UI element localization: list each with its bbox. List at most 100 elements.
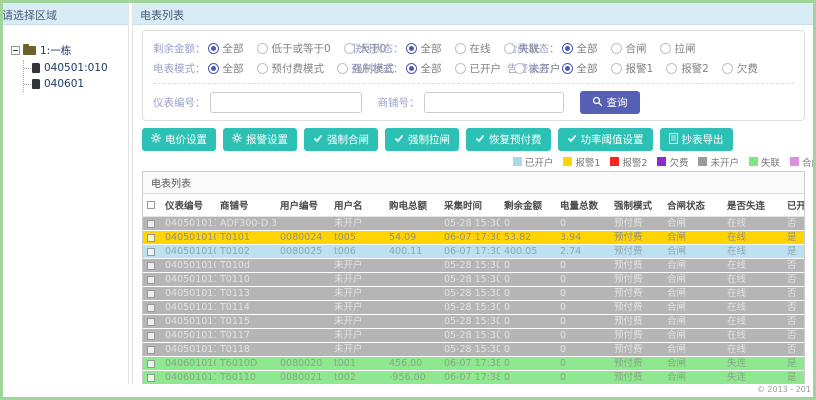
radio-option[interactable]: 报警2 xyxy=(666,61,709,76)
table-row: 0406010110T601100080021t002-956.0006-07 … xyxy=(143,370,804,384)
row-checkbox[interactable] xyxy=(147,247,155,256)
search-icon xyxy=(592,96,603,110)
table-row: 0405010115T0115未开户05-28 15:30:0000预付费合闸在… xyxy=(143,314,804,329)
toolbar-button-2[interactable]: 报警设置 xyxy=(223,128,297,151)
toolbar-button-5[interactable]: 恢复预付费 xyxy=(466,128,551,151)
toolbar-button-label: 强制合闸 xyxy=(327,134,369,146)
column-header: 购电总额 xyxy=(385,194,440,217)
table-row: 0405010117T0117未开户05-28 15:30:0000预付费合闸在… xyxy=(143,328,804,343)
table-cell: 在线 xyxy=(723,300,783,315)
radio-option[interactable]: 全部 xyxy=(561,61,598,76)
table-cell: 预付费 xyxy=(610,286,663,301)
table-cell xyxy=(276,258,330,273)
table-cell: T0114 xyxy=(216,300,276,315)
row-checkbox[interactable] xyxy=(147,289,155,298)
legend-swatch-icon xyxy=(610,157,620,166)
radio-option[interactable]: 在线 xyxy=(454,41,491,56)
radio-option[interactable]: 全部 xyxy=(405,61,442,76)
table-cell: 预付费 xyxy=(610,230,663,245)
legend-item: 报警1 xyxy=(563,155,600,169)
table-cell: 在线 xyxy=(723,244,783,259)
table-cell: 0405010110 xyxy=(161,272,216,287)
row-checkbox[interactable] xyxy=(147,331,155,340)
select-all-checkbox[interactable] xyxy=(147,201,155,209)
table-cell: 预付费 xyxy=(610,342,663,357)
query-button[interactable]: 查询 xyxy=(579,91,640,114)
tree-node-child[interactable]: 040601 xyxy=(24,76,124,92)
table-cell: T0118 xyxy=(216,342,276,357)
row-checkbox[interactable] xyxy=(147,373,155,382)
radio-option[interactable]: 预付费模式 xyxy=(256,61,324,76)
tree-node-child[interactable]: 040501:010 xyxy=(24,60,124,76)
legend-label: 未开户 xyxy=(710,157,739,169)
table-cell: 是 xyxy=(783,370,804,384)
table-cell: ADF300-D 3 xyxy=(216,216,276,231)
row-checkbox-cell xyxy=(143,356,161,371)
row-checkbox[interactable] xyxy=(147,317,155,326)
table-cell: T0115 xyxy=(216,314,276,329)
row-checkbox[interactable] xyxy=(147,233,155,242)
table-cell xyxy=(385,272,440,287)
tree-node-root[interactable]: 1:一栋 xyxy=(11,41,124,60)
radio-option[interactable]: 拉闸 xyxy=(659,41,696,56)
table-cell: 在线 xyxy=(723,342,783,357)
shop-no-input[interactable] xyxy=(423,92,564,113)
toolbar-button-1[interactable]: 电价设置 xyxy=(142,128,216,151)
toolbar-button-3[interactable]: 强制合闸 xyxy=(304,128,378,151)
row-checkbox[interactable] xyxy=(147,261,155,270)
table-cell: 0080020 xyxy=(276,356,330,371)
content-area: 请选择区域 1:一栋 040501:010 040601 电表列表 剩余金额： … xyxy=(3,3,813,384)
toolbar-button-4[interactable]: 强制拉闸 xyxy=(385,128,459,151)
radio-icon xyxy=(503,42,515,54)
row-checkbox[interactable] xyxy=(147,345,155,354)
radio-option[interactable]: 低于或等于0 xyxy=(256,41,331,56)
table-cell: 05-28 15:30:00 xyxy=(440,216,500,231)
toolbar-button-7[interactable]: 抄表导出 xyxy=(659,128,733,151)
table-cell: 否 xyxy=(783,272,804,287)
table-cell: 0 xyxy=(556,286,610,301)
collapse-icon[interactable] xyxy=(11,46,20,55)
table-cell: t002 xyxy=(330,370,385,384)
toolbar-button-6[interactable]: 功率阈值设置 xyxy=(557,128,653,151)
row-checkbox[interactable] xyxy=(147,219,155,228)
table-cell: 0 xyxy=(556,370,610,384)
radio-option[interactable]: 全部 xyxy=(561,41,598,56)
check-icon xyxy=(475,133,485,146)
row-checkbox[interactable] xyxy=(147,303,155,312)
legend-label: 已开户 xyxy=(524,157,554,169)
radio-icon xyxy=(256,42,268,54)
legend-swatch-icon xyxy=(748,157,758,166)
row-checkbox[interactable] xyxy=(147,275,155,284)
radio-option[interactable]: 已开户 xyxy=(454,61,502,76)
radio-option[interactable]: 欠费 xyxy=(721,61,758,76)
table-cell: 在线 xyxy=(723,272,783,287)
legend-item: 欠费 xyxy=(657,155,688,169)
table-cell: 06-07 17:38:00 xyxy=(440,356,500,371)
legend-item: 失联 xyxy=(748,155,780,169)
row-checkbox[interactable] xyxy=(147,359,155,368)
tree-node-label: 1:一栋 xyxy=(40,45,72,57)
tree-children: 040501:010 040601 xyxy=(23,60,124,92)
radio-option[interactable]: 合闸 xyxy=(610,41,647,56)
table-cell: 400.05 xyxy=(500,244,556,259)
column-header: 剩余金额 xyxy=(500,194,556,217)
legend-swatch-icon xyxy=(512,157,522,166)
main-panel: 电表列表 剩余金额： 全部 低于或等于0 大于0 联网状态： 全部 在线 失联 合闸状态： 全部合… xyxy=(132,3,813,384)
filter-group: 合闸状态： 全部 合闸 拉闸 xyxy=(507,41,709,56)
radio-option[interactable]: 全部 xyxy=(207,41,244,56)
table-cell xyxy=(385,328,440,343)
radio-icon xyxy=(561,42,573,54)
table-row: 0405010116ADF300-D 3未开户05-28 15:30:0000预… xyxy=(143,216,804,231)
radio-option[interactable]: 全部 xyxy=(207,61,244,76)
filter-rows: 剩余金额： 全部 低于或等于0 大于0 联网状态： 全部 在线 失联 合闸状态： 全部 合闸 拉闸 电表… xyxy=(153,38,794,78)
radio-option-label: 全部 xyxy=(222,42,244,55)
table-body: 0405010116ADF300-D 3未开户05-28 15:30:0000预… xyxy=(143,216,804,384)
table-cell: 预付费 xyxy=(610,272,663,287)
radio-icon xyxy=(514,62,525,74)
filter-group-label: 开户状态： xyxy=(351,62,404,75)
radio-option[interactable]: 全部 xyxy=(405,41,442,56)
legend-swatch-icon xyxy=(657,157,667,166)
meter-no-input[interactable] xyxy=(209,92,362,113)
radio-option-label: 已开户 xyxy=(469,62,502,75)
radio-option[interactable]: 报警1 xyxy=(610,61,653,76)
